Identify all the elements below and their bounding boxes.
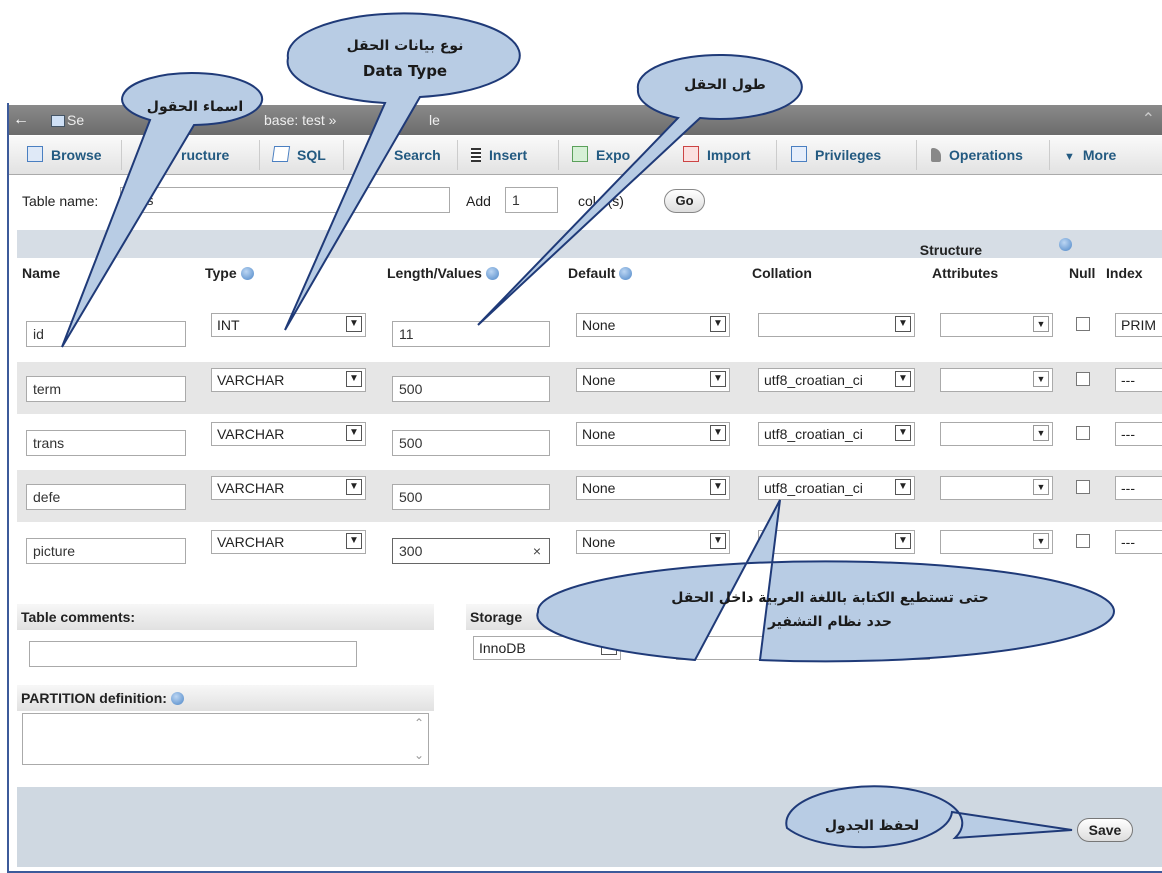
save-table-callout-text: لحفظ الجدول — [824, 818, 920, 834]
collation-callout-text-1: حتى تستطيع الكتابة باللغة العربية داخل ا… — [671, 590, 989, 606]
save-table-callout — [785, 785, 1073, 849]
field-length-callout — [477, 53, 803, 326]
field-names-callout-text: اسماء الحقول — [146, 99, 244, 115]
callout-overlay — [61, 12, 1115, 849]
collation-callout-text-2: حدد نظام التشفير — [767, 614, 893, 630]
collation-callout — [536, 499, 1115, 663]
data-type-callout-text-en: Data Type — [362, 62, 448, 80]
data-type-callout-text-ar: نوع بيانات الحقل — [346, 38, 464, 54]
data-type-callout — [284, 12, 521, 331]
field-length-callout-text: طول الحقل — [684, 77, 766, 93]
